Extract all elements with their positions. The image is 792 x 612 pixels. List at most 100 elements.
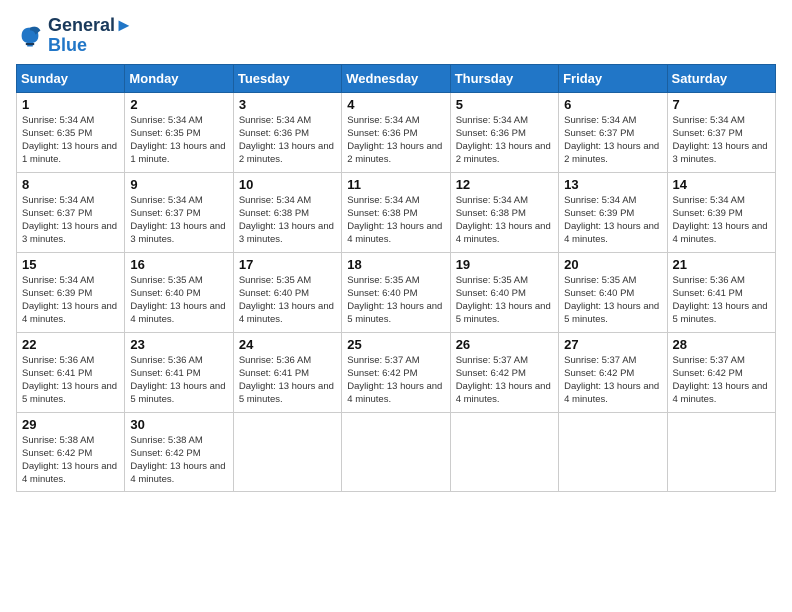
day-number: 30: [130, 417, 227, 432]
day-info: Sunrise: 5:35 AM Sunset: 6:40 PM Dayligh…: [456, 274, 553, 327]
day-info: Sunrise: 5:37 AM Sunset: 6:42 PM Dayligh…: [564, 354, 661, 407]
day-number: 6: [564, 97, 661, 112]
calendar-cell: 29 Sunrise: 5:38 AM Sunset: 6:42 PM Dayl…: [17, 412, 125, 491]
day-info: Sunrise: 5:34 AM Sunset: 6:39 PM Dayligh…: [673, 194, 770, 247]
calendar-cell: 20 Sunrise: 5:35 AM Sunset: 6:40 PM Dayl…: [559, 252, 667, 332]
calendar-cell: 19 Sunrise: 5:35 AM Sunset: 6:40 PM Dayl…: [450, 252, 558, 332]
day-number: 3: [239, 97, 336, 112]
calendar-cell: [667, 412, 775, 491]
day-number: 9: [130, 177, 227, 192]
day-info: Sunrise: 5:38 AM Sunset: 6:42 PM Dayligh…: [22, 434, 119, 487]
day-info: Sunrise: 5:34 AM Sunset: 6:38 PM Dayligh…: [456, 194, 553, 247]
calendar-cell: 5 Sunrise: 5:34 AM Sunset: 6:36 PM Dayli…: [450, 92, 558, 172]
day-info: Sunrise: 5:34 AM Sunset: 6:37 PM Dayligh…: [564, 114, 661, 167]
calendar-cell: 21 Sunrise: 5:36 AM Sunset: 6:41 PM Dayl…: [667, 252, 775, 332]
calendar-cell: [342, 412, 450, 491]
day-number: 28: [673, 337, 770, 352]
calendar-cell: 1 Sunrise: 5:34 AM Sunset: 6:35 PM Dayli…: [17, 92, 125, 172]
calendar-cell: 2 Sunrise: 5:34 AM Sunset: 6:35 PM Dayli…: [125, 92, 233, 172]
calendar-cell: 16 Sunrise: 5:35 AM Sunset: 6:40 PM Dayl…: [125, 252, 233, 332]
day-number: 22: [22, 337, 119, 352]
day-number: 13: [564, 177, 661, 192]
calendar: SundayMondayTuesdayWednesdayThursdayFrid…: [16, 64, 776, 492]
day-info: Sunrise: 5:34 AM Sunset: 6:37 PM Dayligh…: [130, 194, 227, 247]
day-number: 1: [22, 97, 119, 112]
calendar-cell: [559, 412, 667, 491]
day-number: 20: [564, 257, 661, 272]
day-info: Sunrise: 5:37 AM Sunset: 6:42 PM Dayligh…: [673, 354, 770, 407]
calendar-header-row: SundayMondayTuesdayWednesdayThursdayFrid…: [17, 64, 776, 92]
calendar-week-4: 22 Sunrise: 5:36 AM Sunset: 6:41 PM Dayl…: [17, 332, 776, 412]
day-info: Sunrise: 5:35 AM Sunset: 6:40 PM Dayligh…: [130, 274, 227, 327]
day-info: Sunrise: 5:34 AM Sunset: 6:35 PM Dayligh…: [130, 114, 227, 167]
day-number: 16: [130, 257, 227, 272]
day-number: 4: [347, 97, 444, 112]
day-number: 7: [673, 97, 770, 112]
day-number: 8: [22, 177, 119, 192]
day-info: Sunrise: 5:36 AM Sunset: 6:41 PM Dayligh…: [130, 354, 227, 407]
calendar-cell: 3 Sunrise: 5:34 AM Sunset: 6:36 PM Dayli…: [233, 92, 341, 172]
day-info: Sunrise: 5:34 AM Sunset: 6:37 PM Dayligh…: [673, 114, 770, 167]
day-info: Sunrise: 5:34 AM Sunset: 6:38 PM Dayligh…: [239, 194, 336, 247]
header: General► Blue: [16, 16, 776, 56]
logo-text: General► Blue: [48, 16, 133, 56]
day-number: 21: [673, 257, 770, 272]
calendar-cell: [233, 412, 341, 491]
calendar-cell: 18 Sunrise: 5:35 AM Sunset: 6:40 PM Dayl…: [342, 252, 450, 332]
calendar-week-1: 1 Sunrise: 5:34 AM Sunset: 6:35 PM Dayli…: [17, 92, 776, 172]
calendar-header-sunday: Sunday: [17, 64, 125, 92]
calendar-cell: 11 Sunrise: 5:34 AM Sunset: 6:38 PM Dayl…: [342, 172, 450, 252]
day-number: 17: [239, 257, 336, 272]
day-info: Sunrise: 5:34 AM Sunset: 6:39 PM Dayligh…: [22, 274, 119, 327]
day-number: 14: [673, 177, 770, 192]
calendar-cell: 9 Sunrise: 5:34 AM Sunset: 6:37 PM Dayli…: [125, 172, 233, 252]
day-number: 12: [456, 177, 553, 192]
day-number: 24: [239, 337, 336, 352]
calendar-week-3: 15 Sunrise: 5:34 AM Sunset: 6:39 PM Dayl…: [17, 252, 776, 332]
calendar-cell: 8 Sunrise: 5:34 AM Sunset: 6:37 PM Dayli…: [17, 172, 125, 252]
day-info: Sunrise: 5:35 AM Sunset: 6:40 PM Dayligh…: [347, 274, 444, 327]
calendar-cell: 17 Sunrise: 5:35 AM Sunset: 6:40 PM Dayl…: [233, 252, 341, 332]
logo-icon: [16, 22, 44, 50]
calendar-cell: 30 Sunrise: 5:38 AM Sunset: 6:42 PM Dayl…: [125, 412, 233, 491]
calendar-header-tuesday: Tuesday: [233, 64, 341, 92]
day-number: 2: [130, 97, 227, 112]
calendar-header-wednesday: Wednesday: [342, 64, 450, 92]
calendar-cell: 27 Sunrise: 5:37 AM Sunset: 6:42 PM Dayl…: [559, 332, 667, 412]
day-number: 10: [239, 177, 336, 192]
day-info: Sunrise: 5:35 AM Sunset: 6:40 PM Dayligh…: [239, 274, 336, 327]
calendar-cell: 6 Sunrise: 5:34 AM Sunset: 6:37 PM Dayli…: [559, 92, 667, 172]
day-info: Sunrise: 5:37 AM Sunset: 6:42 PM Dayligh…: [347, 354, 444, 407]
day-info: Sunrise: 5:36 AM Sunset: 6:41 PM Dayligh…: [22, 354, 119, 407]
logo: General► Blue: [16, 16, 133, 56]
calendar-cell: 10 Sunrise: 5:34 AM Sunset: 6:38 PM Dayl…: [233, 172, 341, 252]
calendar-cell: 26 Sunrise: 5:37 AM Sunset: 6:42 PM Dayl…: [450, 332, 558, 412]
day-number: 25: [347, 337, 444, 352]
calendar-cell: 24 Sunrise: 5:36 AM Sunset: 6:41 PM Dayl…: [233, 332, 341, 412]
day-info: Sunrise: 5:36 AM Sunset: 6:41 PM Dayligh…: [239, 354, 336, 407]
calendar-header-thursday: Thursday: [450, 64, 558, 92]
calendar-cell: 28 Sunrise: 5:37 AM Sunset: 6:42 PM Dayl…: [667, 332, 775, 412]
day-number: 5: [456, 97, 553, 112]
calendar-week-2: 8 Sunrise: 5:34 AM Sunset: 6:37 PM Dayli…: [17, 172, 776, 252]
day-number: 26: [456, 337, 553, 352]
calendar-cell: 13 Sunrise: 5:34 AM Sunset: 6:39 PM Dayl…: [559, 172, 667, 252]
calendar-cell: 23 Sunrise: 5:36 AM Sunset: 6:41 PM Dayl…: [125, 332, 233, 412]
day-info: Sunrise: 5:34 AM Sunset: 6:39 PM Dayligh…: [564, 194, 661, 247]
day-number: 15: [22, 257, 119, 272]
day-info: Sunrise: 5:34 AM Sunset: 6:35 PM Dayligh…: [22, 114, 119, 167]
calendar-cell: 12 Sunrise: 5:34 AM Sunset: 6:38 PM Dayl…: [450, 172, 558, 252]
day-number: 23: [130, 337, 227, 352]
day-info: Sunrise: 5:37 AM Sunset: 6:42 PM Dayligh…: [456, 354, 553, 407]
calendar-cell: 25 Sunrise: 5:37 AM Sunset: 6:42 PM Dayl…: [342, 332, 450, 412]
day-number: 27: [564, 337, 661, 352]
day-info: Sunrise: 5:38 AM Sunset: 6:42 PM Dayligh…: [130, 434, 227, 487]
calendar-cell: 22 Sunrise: 5:36 AM Sunset: 6:41 PM Dayl…: [17, 332, 125, 412]
day-number: 11: [347, 177, 444, 192]
calendar-cell: 15 Sunrise: 5:34 AM Sunset: 6:39 PM Dayl…: [17, 252, 125, 332]
calendar-cell: 7 Sunrise: 5:34 AM Sunset: 6:37 PM Dayli…: [667, 92, 775, 172]
day-info: Sunrise: 5:34 AM Sunset: 6:36 PM Dayligh…: [347, 114, 444, 167]
day-info: Sunrise: 5:34 AM Sunset: 6:36 PM Dayligh…: [239, 114, 336, 167]
day-info: Sunrise: 5:35 AM Sunset: 6:40 PM Dayligh…: [564, 274, 661, 327]
day-number: 29: [22, 417, 119, 432]
